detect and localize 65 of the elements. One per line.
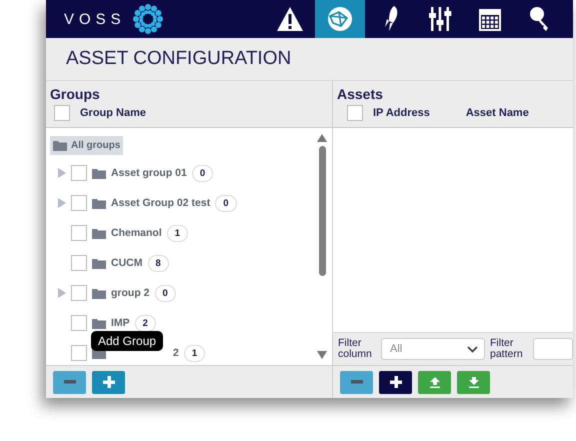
logo-icon bbox=[132, 3, 164, 35]
select-all-checkbox[interactable] bbox=[347, 105, 363, 121]
expand-arrow-icon[interactable] bbox=[58, 288, 66, 298]
add-button[interactable] bbox=[379, 370, 412, 394]
folder-icon bbox=[92, 168, 106, 178]
upload-button[interactable] bbox=[418, 370, 451, 394]
group-name[interactable]: IMP bbox=[111, 317, 130, 329]
count-badge: 1 bbox=[184, 344, 206, 362]
expand-arrow-icon[interactable] bbox=[58, 168, 66, 178]
tooltip: Add Group bbox=[91, 331, 164, 351]
filter-label: Filter pattern bbox=[490, 338, 524, 360]
count-badge: 0 bbox=[154, 284, 176, 302]
scroll-down-icon[interactable] bbox=[317, 351, 327, 359]
folder-icon bbox=[92, 228, 106, 238]
scroll-up-icon[interactable] bbox=[317, 134, 327, 142]
filter-pattern-field[interactable] bbox=[533, 338, 573, 360]
row-checkbox[interactable] bbox=[71, 195, 87, 211]
group-name[interactable]: Chemanol bbox=[111, 227, 162, 239]
column-header: Asset Name bbox=[466, 107, 529, 119]
folder-icon bbox=[92, 288, 106, 298]
folder-icon bbox=[92, 318, 106, 328]
calendar-icon bbox=[478, 6, 502, 32]
tree-item[interactable]: All groups bbox=[50, 136, 124, 154]
folder-icon bbox=[53, 140, 67, 150]
warning-icon bbox=[276, 6, 304, 32]
plus-icon bbox=[102, 376, 114, 388]
expand-arrow-icon[interactable] bbox=[58, 198, 66, 208]
row-checkbox[interactable] bbox=[71, 315, 87, 331]
remove-button[interactable] bbox=[340, 370, 373, 394]
row-checkbox[interactable] bbox=[71, 255, 87, 271]
row-checkbox[interactable] bbox=[71, 165, 87, 181]
select-all-checkbox[interactable] bbox=[54, 105, 70, 121]
folder-icon bbox=[92, 198, 106, 208]
filter-label: Filter column bbox=[338, 338, 373, 360]
filter-column-select[interactable]: All bbox=[381, 338, 485, 360]
group-name[interactable]: Asset group 01 bbox=[111, 167, 187, 179]
minus-icon bbox=[350, 380, 362, 384]
download-button[interactable] bbox=[457, 370, 490, 394]
remove-button[interactable] bbox=[53, 370, 86, 394]
count-badge: 8 bbox=[148, 254, 169, 272]
globe-icon bbox=[327, 6, 353, 32]
column-header: Group Name bbox=[80, 107, 146, 119]
chevron-down-icon bbox=[467, 346, 478, 352]
row-checkbox[interactable] bbox=[71, 285, 87, 301]
row-checkbox[interactable] bbox=[71, 345, 87, 361]
folder-icon bbox=[92, 258, 106, 268]
count-badge: 0 bbox=[192, 164, 214, 182]
count-badge: 0 bbox=[215, 194, 236, 212]
upload-icon bbox=[430, 376, 440, 388]
column-header: IP Address bbox=[373, 107, 430, 119]
sliders-icon bbox=[428, 6, 452, 32]
download-icon bbox=[468, 376, 478, 388]
count-badge: 1 bbox=[166, 224, 188, 242]
minus-icon bbox=[64, 380, 76, 384]
group-name[interactable]: CUCM bbox=[111, 257, 142, 269]
group-name[interactable]: 2 bbox=[173, 347, 179, 359]
row-checkbox[interactable] bbox=[71, 225, 87, 241]
group-name[interactable]: group 2 bbox=[111, 287, 150, 299]
group-name[interactable]: Asset Group 02 test bbox=[111, 197, 210, 209]
logo-text: VOSS bbox=[64, 10, 126, 28]
plus-icon bbox=[390, 376, 402, 388]
panel-title: Assets bbox=[337, 86, 384, 102]
page-title: ASSET CONFIGURATION bbox=[66, 48, 292, 70]
key-icon bbox=[529, 6, 551, 32]
panel-title: Groups bbox=[50, 86, 101, 102]
